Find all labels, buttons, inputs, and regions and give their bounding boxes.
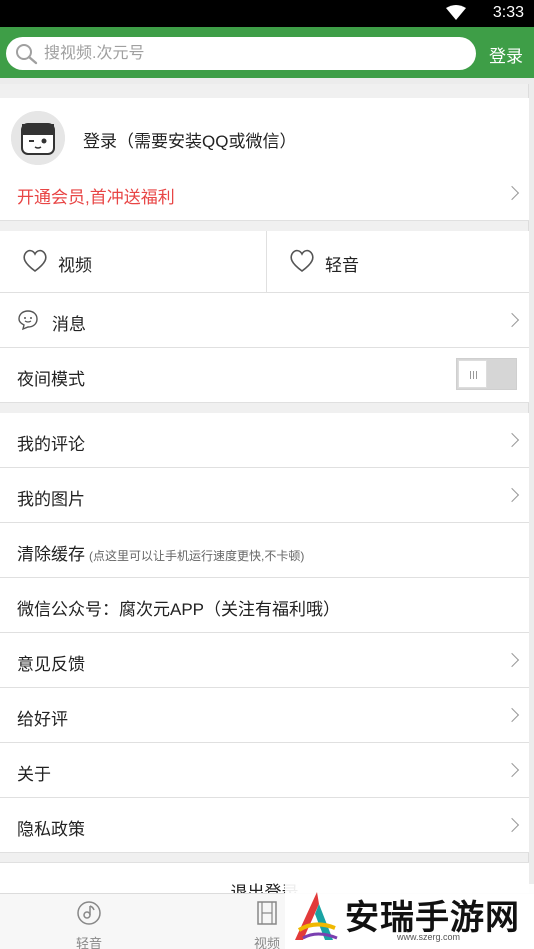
heart-icon <box>289 249 315 278</box>
avatar <box>11 111 65 165</box>
chevron-right-icon <box>504 185 520 201</box>
menu-item-my-pictures[interactable]: 我的图片 <box>0 468 529 523</box>
menu-item-privacy[interactable]: 隐私政策 <box>0 798 529 853</box>
vip-promo-label: 开通会员,首冲送福利 <box>17 188 175 207</box>
music-disc-icon <box>76 901 102 930</box>
chevron-right-icon <box>504 312 520 328</box>
my-comments-label: 我的评论 <box>17 435 85 454</box>
heart-icon <box>22 249 48 278</box>
search-input[interactable] <box>44 41 464 66</box>
chevron-right-icon <box>504 432 520 448</box>
status-time: 3:33 <box>492 4 524 21</box>
chevron-right-icon <box>504 762 520 778</box>
user-menu-panel: 登录（需要安装QQ或微信） 开通会员,首冲送福利 视频 轻音 消息 夜间模式 我… <box>0 84 529 902</box>
login-button[interactable]: 登录 <box>489 42 523 67</box>
favorite-audio-label: 轻音 <box>325 256 359 275</box>
rate-label: 给好评 <box>17 710 68 729</box>
tab-audio[interactable]: 轻音 <box>59 900 119 949</box>
night-mode-toggle[interactable] <box>456 358 517 390</box>
watermark-url: www.szerg.com <box>397 932 461 942</box>
privacy-label: 隐私政策 <box>17 820 85 839</box>
vip-promo-row[interactable]: 开通会员,首冲送福利 <box>0 166 529 221</box>
wifi-icon <box>446 5 466 26</box>
toggle-knob <box>458 360 487 388</box>
menu-item-rate[interactable]: 给好评 <box>0 688 529 743</box>
chevron-right-icon <box>504 707 520 723</box>
chevron-right-icon <box>504 652 520 668</box>
menu-item-clear-cache[interactable]: 清除缓存 (点这里可以让手机运行速度更快,不卡顿) <box>0 523 529 578</box>
menu-item-feedback[interactable]: 意见反馈 <box>0 633 529 688</box>
watermark-logo <box>289 890 341 949</box>
favorite-video-label: 视频 <box>58 256 92 275</box>
favorite-video-button[interactable]: 视频 <box>0 231 264 293</box>
about-label: 关于 <box>17 765 51 784</box>
menu-item-about[interactable]: 关于 <box>0 743 529 798</box>
chat-bubble-icon <box>17 309 39 336</box>
my-pictures-label: 我的图片 <box>17 490 85 509</box>
message-row[interactable]: 消息 <box>0 293 529 348</box>
login-prompt: 登录（需要安装QQ或微信） <box>83 132 297 151</box>
menu-item-wechat[interactable]: 微信公众号：腐次元APP（关注有福利哦） <box>0 578 529 633</box>
watermark: 安瑞手游网 www.szerg.com <box>285 884 534 949</box>
chevron-right-icon <box>504 817 520 833</box>
night-mode-label: 夜间模式 <box>17 370 85 389</box>
menu-item-my-comments[interactable]: 我的评论 <box>0 413 529 468</box>
night-mode-row: 夜间模式 <box>0 348 529 403</box>
clear-cache-label: 清除缓存 (点这里可以让手机运行速度更快,不卡顿) <box>17 545 305 564</box>
search-box[interactable] <box>6 37 476 70</box>
message-label: 消息 <box>52 315 86 334</box>
search-icon <box>15 43 39 70</box>
clear-cache-hint: (点这里可以让手机运行速度更快,不卡顿) <box>89 549 305 563</box>
wechat-label: 微信公众号：腐次元APP（关注有福利哦） <box>17 600 341 619</box>
favorite-audio-button[interactable]: 轻音 <box>266 231 530 293</box>
top-bar: 登录 <box>0 27 534 78</box>
chevron-right-icon <box>504 487 520 503</box>
tab-audio-label: 轻音 <box>75 936 102 949</box>
status-bar: 3:33 <box>0 0 534 27</box>
feedback-label: 意见反馈 <box>17 655 85 674</box>
film-icon <box>254 901 280 930</box>
favorites-row: 视频 轻音 <box>0 231 529 293</box>
